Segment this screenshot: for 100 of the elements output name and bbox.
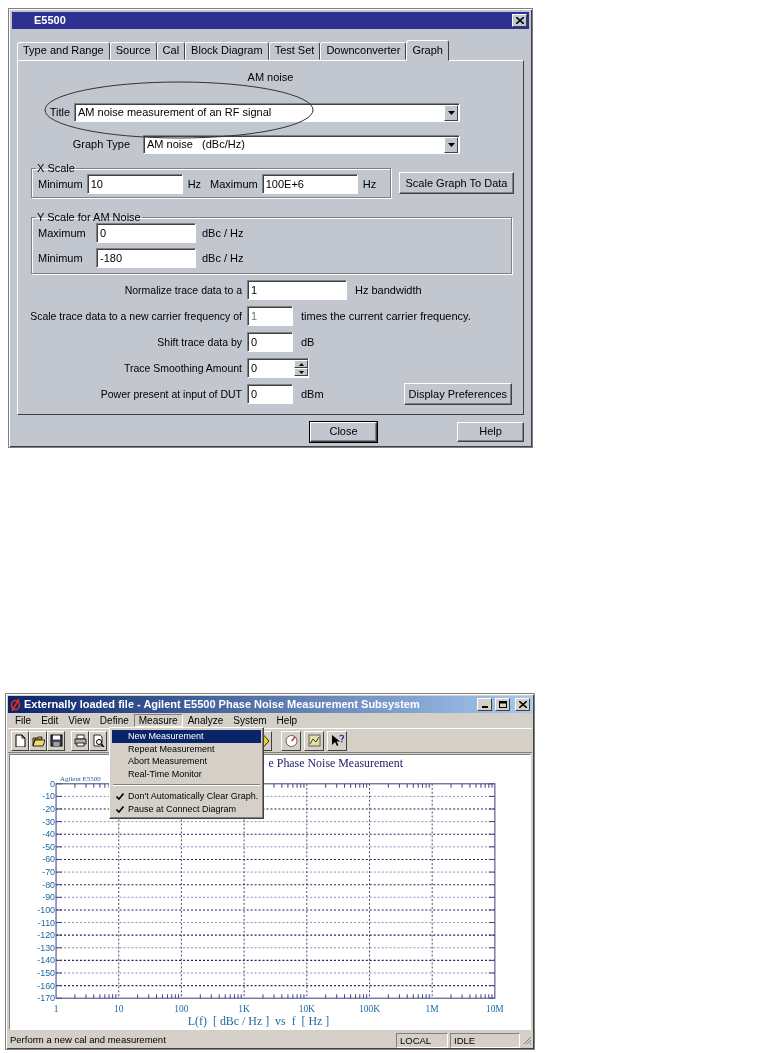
tab[interactable]: Test Set — [268, 42, 321, 60]
toolbar-button[interactable] — [327, 730, 347, 751]
x-tick-label: 10K — [298, 1004, 315, 1015]
y-tick-label: -170 — [37, 993, 56, 1004]
y-tick-label: -160 — [37, 980, 56, 991]
unit-label: times the current carrier frequency. — [301, 309, 471, 323]
y-tick-label: -120 — [37, 930, 56, 941]
open-folder-icon — [31, 734, 45, 747]
tab[interactable]: Graph — [406, 40, 449, 61]
tab[interactable]: Type and Range — [17, 42, 110, 60]
caret-icon — [447, 142, 455, 147]
app-logo-icon — [10, 698, 21, 711]
menu-item[interactable]: Repeat Measurement — [112, 742, 262, 756]
menu-item[interactable]: Analyze — [182, 713, 229, 728]
toolbar-button[interactable] — [11, 730, 29, 751]
window-title: Externally loaded file - Agilent E5500 Phase Noise Measurement Subsystem — [24, 697, 421, 712]
menu-item[interactable]: System — [228, 713, 272, 728]
unit-label: dB — [301, 335, 315, 349]
unit-label: Hz — [187, 177, 202, 191]
menu-item[interactable]: Abort Measurement — [112, 755, 262, 768]
display-preferences-button[interactable]: Display Preferences — [403, 383, 512, 406]
spin-down-button[interactable] — [294, 368, 308, 377]
field-label: Minimum — [38, 251, 84, 265]
y-tick-label: -40 — [42, 829, 56, 840]
y-tick-label: -130 — [37, 942, 56, 953]
dialog-button[interactable]: Close — [310, 422, 377, 442]
toolbar-button[interactable] — [47, 730, 65, 751]
x-tick-label: 1M — [425, 1004, 439, 1015]
close-button[interactable] — [515, 698, 530, 711]
x-tick-label: 10 — [114, 1004, 124, 1015]
unit-label: Hz — [362, 177, 377, 191]
x-tick-label: 1K — [238, 1004, 250, 1015]
scale-graph-button[interactable]: Scale Graph To Data — [399, 172, 514, 195]
x-tick-label: 100K — [359, 1004, 380, 1015]
y-tick-label: -60 — [42, 854, 56, 865]
tab[interactable]: Downconverter — [320, 42, 407, 60]
spinner-field[interactable]: 0 — [247, 358, 309, 379]
menu-item[interactable]: View — [63, 713, 95, 728]
text-field[interactable]: 1 — [247, 280, 347, 301]
printer-icon — [73, 734, 87, 747]
field-label: Graph Type — [71, 138, 130, 152]
x-tick-label: 10M — [485, 1004, 504, 1015]
close-icon — [518, 701, 527, 708]
menu-item[interactable]: Define — [94, 713, 134, 728]
unit-label: dBc / Hz — [202, 226, 244, 240]
maximize-button[interactable] — [495, 698, 510, 711]
print-preview-icon — [91, 734, 105, 747]
title-combobox[interactable]: AM noise measurement of an RF signal — [74, 103, 460, 123]
menu-item[interactable]: Don't Automatically Clear Graph. — [112, 790, 262, 803]
close-button[interactable] — [512, 14, 527, 27]
menu-item[interactable]: Measure — [133, 713, 183, 728]
status-panel: LOCAL — [396, 1032, 448, 1048]
field-label: Minimum — [38, 177, 83, 191]
field-label: Power present at input of DUT — [99, 387, 242, 401]
axis-title: L(f) [ dBc / Hz ] vs f [ Hz ] — [187, 1014, 330, 1029]
menu-item[interactable]: New Measurement — [112, 730, 262, 743]
field-label: Shift trace data by — [156, 335, 242, 349]
field-label: Normalize trace data to a — [123, 283, 242, 297]
close-icon — [515, 17, 524, 24]
text-field[interactable]: 0 — [247, 332, 293, 353]
tab[interactable]: Source — [109, 42, 157, 60]
menu-item[interactable]: Edit — [36, 713, 64, 728]
field-label: Title — [48, 106, 70, 120]
unit-label: dBm — [301, 387, 324, 401]
y-tick-label: -140 — [37, 955, 56, 966]
toolbar-button[interactable] — [304, 730, 324, 751]
number-field[interactable]: 0 — [96, 223, 196, 244]
text-field[interactable]: 0 — [247, 384, 293, 405]
dropdown-arrow-button[interactable] — [444, 104, 458, 121]
y-tick-label: -30 — [42, 816, 56, 827]
number-field[interactable]: 10 — [86, 174, 183, 195]
graph-type-combobox[interactable]: AM noise (dBc/Hz) — [143, 135, 460, 155]
tab[interactable]: Block Diagram — [185, 42, 269, 60]
minimize-button[interactable] — [477, 698, 492, 711]
chart-window-icon — [307, 734, 321, 747]
x-tick-label: 100 — [174, 1004, 189, 1015]
spin-up-button[interactable] — [294, 360, 308, 369]
toolbar-button[interactable] — [281, 730, 301, 751]
toolbar-button[interactable] — [71, 730, 89, 751]
menu-item[interactable]: Real-Time Monitor — [112, 767, 262, 781]
chart-title: e Phase Noise Measurement — [268, 755, 404, 770]
group-label: Y Scale for AM Noise — [36, 212, 142, 224]
dropdown-arrow-button[interactable] — [444, 136, 458, 153]
y-tick-label: -50 — [42, 841, 56, 852]
section-heading: AM noise — [247, 71, 294, 85]
resize-grip-icon — [522, 1035, 532, 1045]
dialog-button[interactable]: Help — [457, 422, 524, 442]
caret-icon — [447, 110, 455, 115]
tab[interactable]: Cal — [156, 42, 186, 60]
number-field[interactable]: 100E+6 — [261, 174, 358, 195]
toolbar-button[interactable] — [29, 730, 47, 751]
toolbar-button[interactable] — [89, 730, 107, 751]
gauge-icon — [284, 734, 298, 747]
up-caret-icon — [298, 362, 304, 366]
field-label: Trace Smoothing Amount — [122, 361, 242, 375]
menu-item[interactable]: Help — [271, 713, 303, 728]
menu-item[interactable]: Pause at Connect Diagram — [112, 802, 262, 816]
y-tick-label: -10 — [42, 791, 56, 802]
number-field[interactable]: -180 — [96, 248, 196, 269]
menu-item[interactable]: File — [10, 713, 37, 728]
